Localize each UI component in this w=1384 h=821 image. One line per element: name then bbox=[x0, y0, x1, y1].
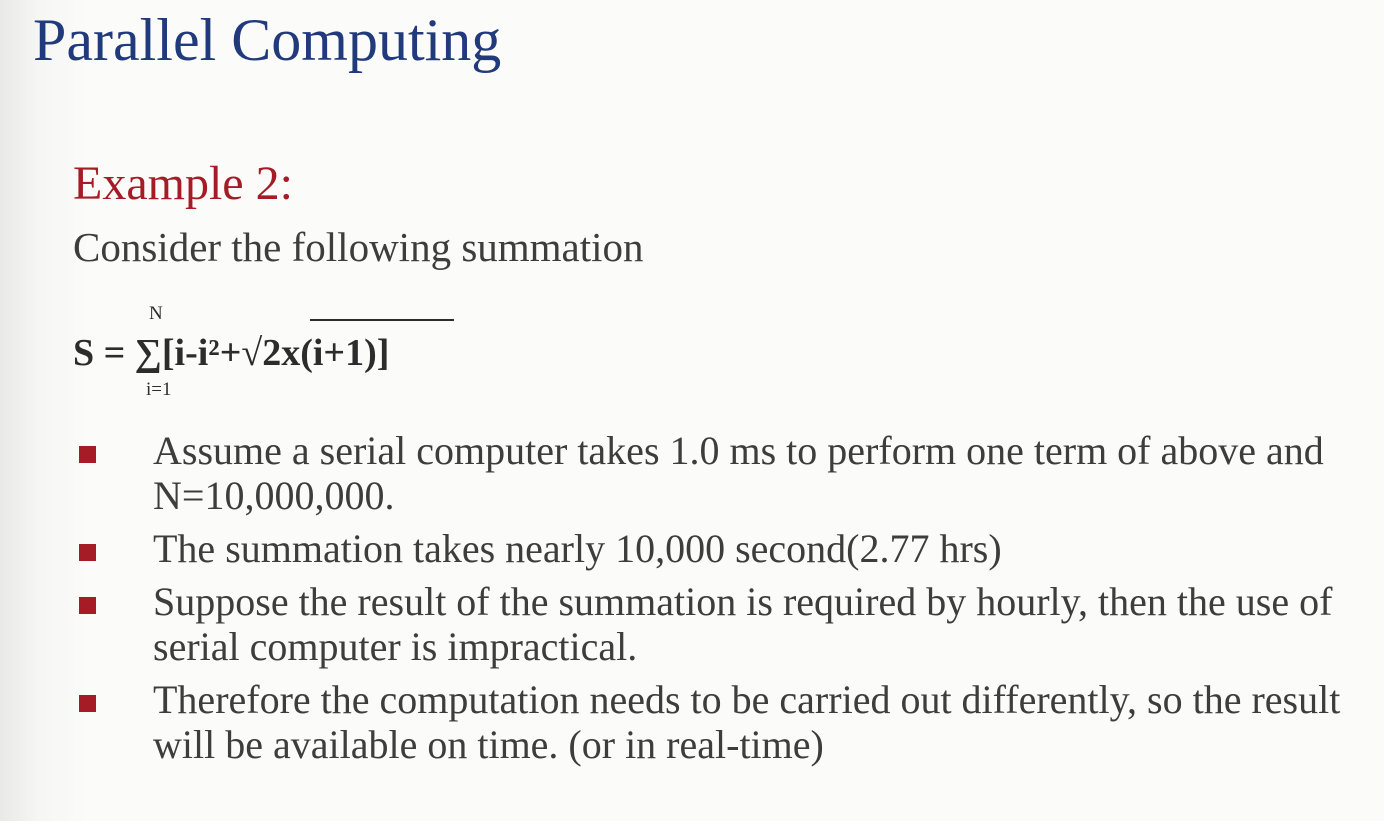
bullet-text: Therefore the computation needs to be ca… bbox=[153, 677, 1341, 767]
square-bullet-icon bbox=[79, 597, 96, 614]
bullet-item: Suppose the result of the summation is r… bbox=[0, 579, 1384, 669]
example-heading: Example 2: bbox=[73, 157, 293, 210]
formula-upper-limit: N bbox=[149, 303, 163, 324]
bullet-list: Assume a serial computer takes 1.0 ms to… bbox=[0, 428, 1384, 775]
slide-title: Parallel Computing bbox=[33, 7, 502, 73]
bullet-item: Assume a serial computer takes 1.0 ms to… bbox=[0, 428, 1384, 518]
square-bullet-icon bbox=[79, 695, 96, 712]
summation-formula: N S = ∑[i-i²+√2x(i+1)] i=1 bbox=[73, 300, 493, 405]
formula-expression: S = ∑[i-i²+√2x(i+1)] bbox=[73, 332, 390, 374]
square-bullet-icon bbox=[79, 446, 96, 463]
sqrt-overline bbox=[310, 319, 454, 321]
bullet-item: Therefore the computation needs to be ca… bbox=[0, 677, 1384, 767]
bullet-text: Suppose the result of the summation is r… bbox=[153, 579, 1333, 669]
bullet-item: The summation takes nearly 10,000 second… bbox=[0, 526, 1384, 571]
bullet-text: Assume a serial computer takes 1.0 ms to… bbox=[153, 428, 1324, 518]
intro-text: Consider the following summation bbox=[73, 224, 644, 270]
bullet-text: The summation takes nearly 10,000 second… bbox=[153, 526, 1002, 571]
slide: Parallel Computing Example 2: Consider t… bbox=[0, 0, 1384, 821]
formula-lower-limit: i=1 bbox=[146, 379, 172, 400]
square-bullet-icon bbox=[79, 544, 96, 561]
